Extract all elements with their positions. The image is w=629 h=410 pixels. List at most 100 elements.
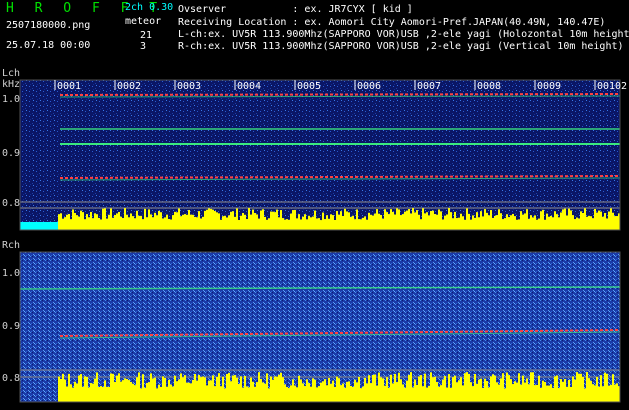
amplitude-bar xyxy=(322,212,324,230)
amplitude-bar xyxy=(228,215,230,230)
amplitude-bar xyxy=(552,217,554,230)
amplitude-bar xyxy=(104,208,106,230)
amplitude-bar xyxy=(60,378,62,402)
amplitude-bar xyxy=(80,210,82,230)
amplitude-bar xyxy=(452,377,454,402)
amplitude-bar xyxy=(484,209,486,230)
amplitude-bar xyxy=(606,218,608,230)
amplitude-bar xyxy=(346,381,348,402)
amplitude-bar xyxy=(464,373,466,402)
amplitude-bar xyxy=(284,384,286,402)
amplitude-bar xyxy=(412,208,414,230)
amplitude-bar xyxy=(274,212,276,230)
amplitude-bar xyxy=(200,218,202,230)
edge-marker: 2 xyxy=(621,81,627,92)
amplitude-bar xyxy=(596,376,598,402)
amplitude-bar xyxy=(200,377,202,402)
amplitude-bar xyxy=(596,212,598,230)
amplitude-bar xyxy=(160,386,162,402)
amplitude-bar xyxy=(216,376,218,402)
amplitude-bar xyxy=(574,219,576,230)
amplitude-bar xyxy=(526,209,528,230)
amplitude-bar xyxy=(194,216,196,230)
amplitude-bar xyxy=(174,375,176,402)
amplitude-bar xyxy=(326,215,328,230)
amplitude-bar xyxy=(472,215,474,230)
amplitude-bar xyxy=(298,214,300,230)
amplitude-bar xyxy=(580,211,582,230)
amplitude-bar xyxy=(348,212,350,230)
amplitude-bar xyxy=(188,209,190,230)
amplitude-bar xyxy=(268,388,270,402)
amplitude-bar xyxy=(600,375,602,402)
amplitude-bar xyxy=(180,373,182,402)
amplitude-bar xyxy=(540,211,542,230)
amplitude-bar xyxy=(548,216,550,230)
amplitude-bar xyxy=(124,378,126,402)
amplitude-bar xyxy=(368,375,370,402)
amplitude-bar xyxy=(232,211,234,230)
amplitude-bar xyxy=(566,386,568,402)
amplitude-bar xyxy=(272,211,274,230)
amplitude-bar xyxy=(410,372,412,402)
amplitude-bar xyxy=(278,374,280,402)
amplitude-bar xyxy=(550,384,552,402)
amplitude-bar xyxy=(332,215,334,230)
amplitude-bar xyxy=(90,383,92,402)
amplitude-bar xyxy=(234,375,236,402)
amplitude-bar xyxy=(168,379,170,402)
amplitude-bar xyxy=(356,209,358,230)
amplitude-bar xyxy=(534,385,536,402)
amplitude-bar xyxy=(226,373,228,402)
amplitude-bar xyxy=(558,388,560,402)
amplitude-bar xyxy=(216,212,218,230)
amplitude-bar xyxy=(404,387,406,402)
amplitude-bar xyxy=(308,215,310,230)
amplitude-bar xyxy=(592,218,594,230)
amplitude-bar xyxy=(264,383,266,402)
amplitude-bar xyxy=(158,384,160,402)
amplitude-bar xyxy=(380,377,382,402)
amplitude-bar xyxy=(330,383,332,402)
amplitude-bar xyxy=(214,386,216,402)
amplitude-bar xyxy=(224,215,226,230)
amplitude-bar xyxy=(278,217,280,230)
amplitude-bar xyxy=(268,218,270,230)
amplitude-bar xyxy=(140,388,142,402)
amplitude-bar xyxy=(276,209,278,230)
amplitude-bar xyxy=(228,372,230,402)
amplitude-bar xyxy=(280,372,282,402)
amplitude-bar xyxy=(586,372,588,402)
amplitude-bar xyxy=(410,213,412,230)
amplitude-bar xyxy=(362,386,364,402)
amplitude-bar xyxy=(368,212,370,230)
amplitude-bar xyxy=(236,377,238,402)
minute-marker: 0009 xyxy=(537,81,561,92)
amplitude-bar xyxy=(72,387,74,402)
amplitude-bar xyxy=(76,215,78,230)
amplitude-bar xyxy=(606,373,608,402)
amplitude-bar xyxy=(222,216,224,230)
amplitude-bar xyxy=(594,208,596,230)
amplitude-bar xyxy=(508,375,510,402)
amplitude-bar xyxy=(166,386,168,402)
amplitude-bar xyxy=(402,214,404,230)
amplitude-bar xyxy=(242,387,244,402)
minute-marker: 0004 xyxy=(237,81,261,92)
amplitude-bar xyxy=(370,214,372,230)
amplitude-bar xyxy=(478,217,480,230)
amplitude-bar xyxy=(492,374,494,402)
rch-tick-0-8: 0.8 xyxy=(2,373,20,384)
amplitude-bar xyxy=(458,217,460,230)
amplitude-bar xyxy=(70,384,72,402)
amplitude-bar xyxy=(588,378,590,402)
amplitude-bar xyxy=(466,208,468,230)
amplitude-bar xyxy=(392,211,394,230)
amplitude-bar xyxy=(516,382,518,402)
amplitude-bar xyxy=(90,211,92,230)
amplitude-bar xyxy=(190,214,192,230)
amplitude-bar xyxy=(572,376,574,402)
rch-tick-0-9: 0.9 xyxy=(2,321,20,332)
amplitude-bar xyxy=(230,381,232,402)
amplitude-bar xyxy=(500,378,502,402)
